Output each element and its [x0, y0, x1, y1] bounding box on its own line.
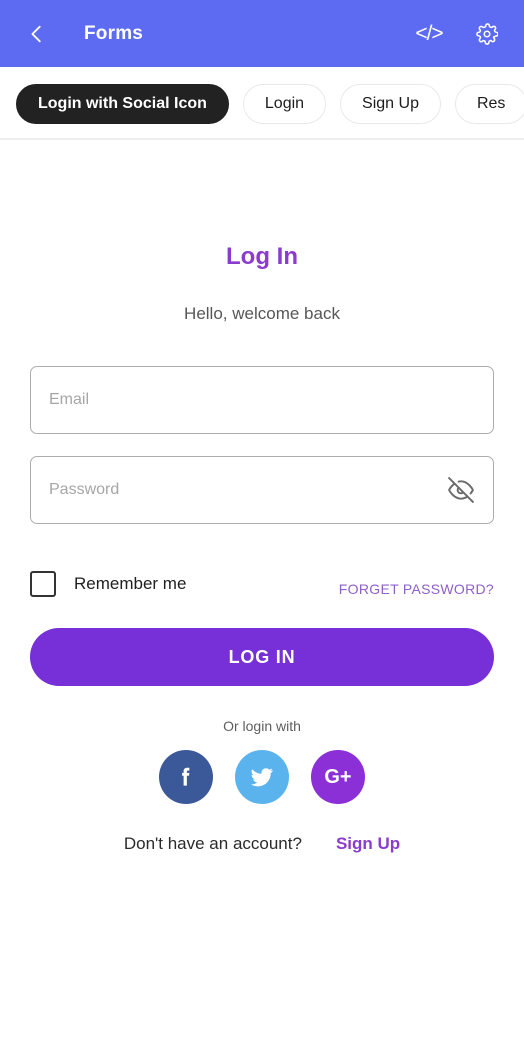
form-title: Log In [226, 243, 298, 270]
eye-off-icon[interactable] [447, 476, 475, 504]
tab-bar: Login with Social Icon Login Sign Up Res [0, 67, 524, 140]
tab-sign-up[interactable]: Sign Up [340, 83, 441, 124]
facebook-icon[interactable] [159, 750, 213, 804]
password-field-wrapper[interactable] [30, 456, 494, 524]
tab-login-with-social-icon[interactable]: Login with Social Icon [16, 83, 229, 124]
tab-login[interactable]: Login [242, 83, 327, 124]
social-buttons: G+ [30, 750, 494, 804]
code-icon-glyph: </> [415, 22, 443, 45]
password-input[interactable] [49, 481, 447, 499]
tab-reset-password[interactable]: Res [454, 83, 524, 124]
google-plus-glyph: G+ [324, 765, 352, 788]
forget-password-link[interactable]: FORGET PASSWORD? [339, 581, 494, 597]
remember-me-label: Remember me [74, 574, 187, 593]
email-input[interactable] [49, 391, 475, 409]
twitter-icon[interactable] [235, 750, 289, 804]
email-field-wrapper[interactable] [30, 366, 494, 434]
login-screen: Forms </> Login with Social Icon Login S… [0, 0, 524, 1038]
gear-icon[interactable] [472, 19, 502, 49]
code-icon[interactable]: </> [414, 19, 444, 49]
log-in-button[interactable]: LOG IN [30, 628, 494, 686]
form-content: Log In Hello, welcome back Remember me F… [0, 140, 524, 1038]
remember-me-checkbox[interactable] [30, 571, 56, 597]
form-subtitle: Hello, welcome back [184, 304, 340, 323]
remember-row: Remember me FORGET PASSWORD? [30, 569, 494, 599]
tab-label: Res [476, 94, 506, 112]
signup-question: Don't have an account? [123, 834, 302, 853]
signup-link[interactable]: Sign Up [336, 834, 400, 854]
signup-row: Don't have an account? Sign Up [30, 834, 494, 854]
back-chevron-icon[interactable] [26, 23, 48, 45]
google-plus-icon[interactable]: G+ [311, 750, 365, 804]
tab-label: Sign Up [362, 94, 419, 112]
app-bar: Forms </> [0, 0, 524, 67]
page-title: Forms [84, 22, 144, 44]
tab-label: Login [264, 94, 305, 112]
social-divider-label: Or login with [223, 718, 301, 734]
tab-label: Login with Social Icon [38, 94, 207, 112]
